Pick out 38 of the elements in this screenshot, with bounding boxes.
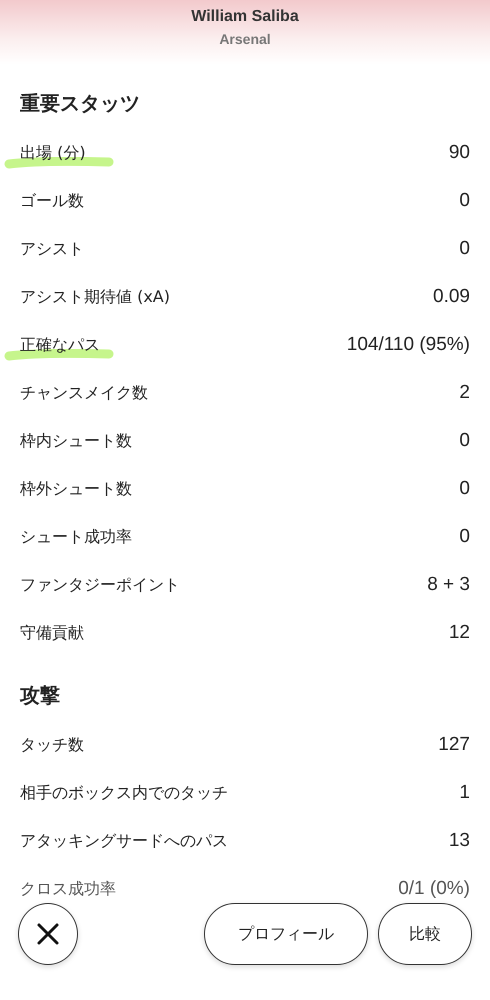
stat-label: チャンスメイク数 <box>20 382 148 402</box>
stat-label: 相手のボックス内でのタッチ <box>20 782 228 802</box>
stat-value: 1 <box>459 782 470 804</box>
stat-label: ゴール数 <box>20 190 84 210</box>
stat-label: アシスト期待値 (xA) <box>20 286 170 306</box>
profile-button[interactable]: プロフィール <box>204 903 368 965</box>
stat-label: ファンタジーポイント <box>20 574 180 594</box>
stat-label: 枠内シュート数 <box>20 430 132 450</box>
stat-label: シュート成功率 <box>20 526 132 546</box>
stat-value: 0 <box>459 526 470 548</box>
compare-button[interactable]: 比較 <box>378 903 472 965</box>
stat-value: 0 <box>459 190 470 212</box>
stat-value: 8 + 3 <box>427 574 470 596</box>
stat-label: タッチ数 <box>20 734 84 754</box>
stat-value: 90 <box>448 142 470 164</box>
stat-label: 出場 (分) <box>20 142 86 162</box>
stat-value: 127 <box>438 734 470 756</box>
stat-label: アシスト <box>20 238 84 258</box>
section-title: 攻撃 <box>20 682 61 709</box>
stat-value: 12 <box>448 622 470 644</box>
stat-label: 枠外シュート数 <box>20 478 132 498</box>
stat-label: アタッキングサードへのパス <box>20 830 228 850</box>
close-icon <box>36 922 60 946</box>
stat-value: 0 <box>459 430 470 452</box>
close-button[interactable] <box>18 903 78 965</box>
stat-label: 正確なパス <box>20 334 100 354</box>
team-name: Arsenal <box>219 30 271 49</box>
stat-value: 0 <box>459 238 470 260</box>
stat-value: 13 <box>448 830 470 852</box>
stat-label: クロス成功率 <box>20 878 116 898</box>
stat-value: 2 <box>459 382 470 404</box>
stat-value: 0 <box>459 478 470 500</box>
section-title: 重要スタッツ <box>20 90 141 117</box>
stat-value: 104/110 (95%) <box>346 334 470 356</box>
stat-value: 0/1 (0%) <box>398 878 470 900</box>
player-name: William Saliba <box>191 7 299 27</box>
stat-value: 0.09 <box>433 286 470 308</box>
stat-label: 守備貢献 <box>20 622 84 642</box>
